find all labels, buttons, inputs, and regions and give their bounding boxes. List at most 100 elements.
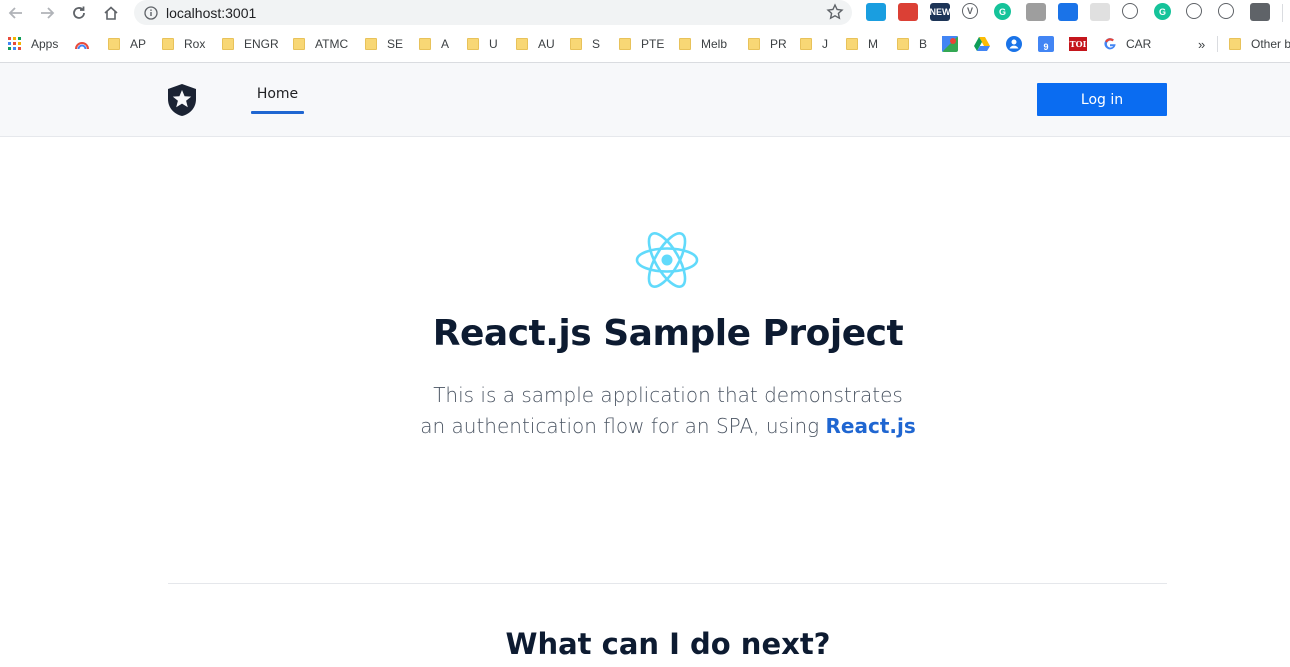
toolbar-divider: [1282, 4, 1283, 22]
login-button[interactable]: Log in: [1037, 83, 1167, 116]
bookmark-label: Melb: [701, 37, 728, 51]
back-button[interactable]: [4, 1, 28, 25]
bookmark-car[interactable]: CAR: [1103, 36, 1151, 52]
app-navbar: Home Log in: [0, 63, 1290, 137]
bookmark-label: U: [489, 37, 498, 51]
bookmark-folder-se[interactable]: SE: [365, 36, 403, 52]
section-divider: [168, 583, 1167, 584]
active-tab-indicator: [251, 111, 304, 114]
toi-icon: TOI: [1069, 37, 1087, 51]
back-arrow-icon: [8, 7, 22, 19]
pin-ext-icon[interactable]: [1250, 3, 1270, 21]
bookmark-folder-s[interactable]: S: [570, 36, 600, 52]
auth0-logo-icon[interactable]: [166, 83, 198, 122]
bookmark-folder-b[interactable]: B: [897, 36, 927, 52]
folder-icon: [516, 38, 528, 50]
bookmark-star-icon[interactable]: [826, 3, 844, 21]
avatar-ext-icon[interactable]: [1026, 3, 1046, 21]
google-maps-icon: [942, 36, 958, 52]
home-icon: [104, 6, 118, 20]
bookmark-folder-engr[interactable]: ENGR: [222, 36, 279, 52]
bookmark-folder-a[interactable]: A: [419, 36, 449, 52]
bookmark-label: PTE: [641, 37, 665, 51]
vector-icon[interactable]: V: [962, 3, 978, 19]
bookmark-folder-j[interactable]: J: [800, 36, 828, 52]
chevron-double-right-icon: »: [1198, 36, 1206, 52]
folder-icon: [748, 38, 760, 50]
home-browser-button[interactable]: [99, 1, 123, 25]
bookmark-folder-pte[interactable]: PTE: [619, 36, 664, 52]
react-link[interactable]: React.js: [826, 414, 916, 438]
bookmark-label: A: [441, 37, 450, 51]
next-steps-title: What can I do next?: [505, 627, 831, 661]
bookmark-label: Other b: [1251, 37, 1290, 51]
folder-icon: [897, 38, 909, 50]
bookmark-label: B: [919, 37, 928, 51]
bookmark-folder-u[interactable]: U: [467, 36, 498, 52]
react-logo-icon: [635, 230, 699, 295]
bookmark-label: S: [592, 37, 601, 51]
bookmark-rainbow[interactable]: [75, 36, 89, 52]
shield-ext-icon[interactable]: [1058, 3, 1078, 21]
folder-icon: [846, 38, 858, 50]
forward-arrow-icon: [41, 7, 55, 19]
bookmark-folder-m[interactable]: M: [846, 36, 878, 52]
apps-grid-icon: [8, 37, 21, 50]
bookmark-label: J: [822, 37, 828, 51]
reload-button[interactable]: [67, 1, 91, 25]
folder-icon: [108, 38, 120, 50]
refresh-ext-icon[interactable]: [1218, 3, 1234, 19]
bookmarks-overflow-button[interactable]: »: [1198, 36, 1205, 52]
bookmark-folder-atmc[interactable]: ATMC: [293, 36, 348, 52]
folder-icon: [365, 38, 377, 50]
bookmark-folder-melb[interactable]: Melb: [679, 36, 727, 52]
folder-icon: [679, 38, 691, 50]
folder-icon: [222, 38, 234, 50]
bookmark-label: ATMC: [315, 37, 349, 51]
speed-ext-icon[interactable]: [1090, 3, 1110, 21]
bookmark-toi[interactable]: TOI: [1069, 36, 1087, 52]
bookmark-other-folder[interactable]: Other b: [1229, 36, 1290, 52]
folder-icon: [162, 38, 174, 50]
folder-icon: [467, 38, 479, 50]
code-ext-icon[interactable]: [1186, 3, 1202, 19]
bookmark-folder-au[interactable]: AU: [516, 36, 555, 52]
bookmark-account[interactable]: [1006, 36, 1022, 52]
bookmark-maps[interactable]: [942, 36, 958, 52]
google-g-icon: [1104, 38, 1116, 50]
nav-home-label: Home: [256, 86, 299, 102]
folder-icon: [800, 38, 812, 50]
grammarly-alt-icon[interactable]: G: [1154, 3, 1171, 20]
address-bar[interactable]: localhost:3001: [134, 0, 852, 25]
news-icon[interactable]: NEW: [930, 3, 951, 21]
bookmark-label: CAR: [1126, 37, 1152, 51]
account-icon: [1006, 36, 1022, 52]
todoist-icon[interactable]: [898, 3, 918, 21]
history-ext-icon[interactable]: [1122, 3, 1138, 19]
hero-title: React.js Sample Project: [432, 313, 904, 354]
bookmark-calendar[interactable]: 9: [1038, 36, 1054, 52]
bookmark-folder-ap[interactable]: AP: [108, 36, 146, 52]
google-drive-icon: [974, 37, 990, 51]
bookmark-label: AP: [130, 37, 147, 51]
bookmark-drive[interactable]: [974, 36, 990, 52]
bookmark-label: Rox: [184, 37, 206, 51]
bookmark-label: ENGR: [244, 37, 279, 51]
bookmark-label: Apps: [31, 37, 59, 51]
bookmark-apps[interactable]: Apps: [8, 36, 58, 52]
bookmark-folder-pr[interactable]: PR: [748, 36, 787, 52]
url-text: localhost:3001: [166, 4, 257, 21]
folder-icon: [619, 38, 631, 50]
bookmark-label: M: [868, 37, 878, 51]
browser-toolbar: localhost:3001 NEW V G G: [0, 0, 1290, 27]
tab-ext-icon[interactable]: [866, 3, 886, 21]
folder-icon: [1229, 38, 1241, 50]
bookmarks-bar: Apps AP Rox ENGR ATMC SE A U AU S PTE Melb PR J M B 9 …: [0, 31, 1290, 57]
calendar-icon: 9: [1038, 36, 1054, 52]
info-icon[interactable]: [144, 5, 158, 20]
bookmark-label: PR: [770, 37, 787, 51]
bookmarks-divider: [1217, 36, 1218, 52]
bookmark-folder-rox[interactable]: Rox: [162, 36, 205, 52]
grammarly-icon[interactable]: G: [994, 3, 1011, 20]
forward-button[interactable]: [35, 1, 59, 25]
